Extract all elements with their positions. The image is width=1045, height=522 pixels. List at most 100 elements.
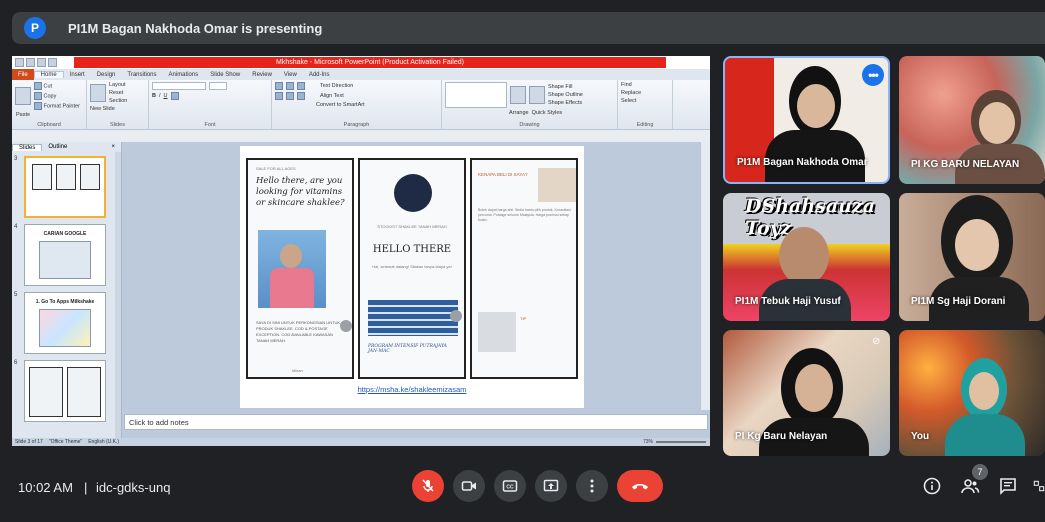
clipboard-label: Clipboard [37,122,61,128]
window-title: Mkhshake - Microsoft PowerPoint (Product… [74,57,666,68]
new-slide-icon[interactable] [90,84,106,102]
tab-outline[interactable]: Outline [42,144,73,150]
tab-review[interactable]: Review [246,72,278,78]
brand-logo [394,174,432,212]
present-button[interactable] [535,470,567,502]
close-pane-icon[interactable]: × [105,144,121,150]
align-text-button[interactable]: Align Text [320,93,344,99]
find-button[interactable]: Find [621,82,669,88]
align-left-icon[interactable] [275,92,283,100]
quick-styles-icon[interactable] [529,86,545,104]
section-button[interactable]: Section [109,98,127,104]
present-screen-icon [543,479,559,492]
more-options-button[interactable] [576,470,608,502]
replace-button[interactable]: Replace [621,90,669,96]
chat-button[interactable] [998,476,1018,496]
tab-insert[interactable]: Insert [64,72,91,78]
font-name-select[interactable] [152,82,206,90]
tab-file[interactable]: File [12,69,34,80]
participant-face [795,364,833,412]
quick-access-toolbar[interactable] [15,58,57,67]
participant-name: PI Kg Baru Nelayan [735,431,828,442]
arrange-icon[interactable] [510,86,526,104]
brochure-panel-1: SALE FOR ALL AGES Hello there, are you l… [246,158,354,379]
slide-thumbnail[interactable]: 5 1. Go To Apps Milkshake [14,292,106,354]
more-options-icon[interactable]: ••• [862,64,884,86]
slides-pane-scrollbar[interactable] [115,152,121,438]
mic-button[interactable] [412,470,444,502]
svg-text:CC: CC [506,485,514,491]
thumbnail-5[interactable]: 1. Go To Apps Milkshake [24,292,106,354]
participant-tile[interactable]: PI KG BARU NELAYAN [899,56,1045,184]
italic-button[interactable]: I [159,93,161,99]
powerpoint-titlebar: Mkhshake - Microsoft PowerPoint (Product… [12,56,710,69]
panel3-title: KENAPA BELI DI SAYA? [478,172,528,177]
slide-thumbnail[interactable]: 4 CARIAN GOOGLE [14,224,106,286]
camera-button[interactable] [453,470,485,502]
theme-name: "Office Theme" [48,439,83,445]
copy-icon [34,92,42,100]
thumbnail-number: 4 [14,224,18,230]
tab-design[interactable]: Design [91,72,122,78]
participant-tile[interactable]: ••• PI1M Bagan Nakhoda Omar [723,56,890,184]
arrange-label: Arrange [509,110,529,116]
shape-outline-button[interactable]: Shape Outline [548,92,583,98]
shapes-gallery[interactable] [445,82,507,108]
end-call-button[interactable] [617,470,663,502]
indent-icon[interactable] [297,82,305,90]
numbering-icon[interactable] [286,82,294,90]
slide-editor: SALE FOR ALL AGES Hello there, are you l… [122,142,710,438]
font-color-icon[interactable] [170,92,179,100]
bold-button[interactable]: B [152,93,156,99]
zoom-slider[interactable] [656,441,706,443]
thumbnail-4[interactable]: CARIAN GOOGLE [24,224,106,286]
shaklee-link[interactable]: https://msha.ke/shakleemizasam [240,385,584,394]
tab-home[interactable]: Home [33,71,64,78]
tab-view[interactable]: View [278,72,303,78]
activities-button[interactable] [1033,476,1045,496]
participant-tile[interactable]: You [899,330,1045,456]
panel1-body-text: SAYA DI SINI UNTUK PERKONGSIAN UNTUK PRO… [256,320,341,343]
participant-tile[interactable]: PI1M Sg Haji Dorani [899,193,1045,321]
font-group: BIU Font [149,80,272,129]
layout-button[interactable]: Layout [109,82,127,88]
tab-slides[interactable]: Slides [12,143,43,151]
participant-tile[interactable]: ⊘ PI Kg Baru Nelayan [723,330,890,456]
underline-button[interactable]: U [164,93,168,99]
shape-effects-button[interactable]: Shape Effects [548,100,583,106]
shape-fill-button[interactable]: Shape Fill [548,84,583,90]
paste-icon[interactable] [15,87,31,105]
notes-pane[interactable]: Click to add notes [124,414,708,430]
slides-group-label: Slides [110,122,125,128]
bullets-icon[interactable] [275,82,283,90]
slide-thumbnail[interactable]: 3 [14,156,106,218]
panel2-hello: HELLO THERE [372,244,452,255]
thumbnail-6[interactable] [24,360,106,422]
reset-button[interactable]: Reset [109,90,127,96]
align-center-icon[interactable] [286,92,294,100]
text-direction-button[interactable]: Text Direction [320,83,353,89]
font-size-select[interactable] [209,82,227,90]
smartart-button[interactable]: Convert to SmartArt [316,102,365,108]
copy-button[interactable]: Copy [34,92,80,100]
captions-button[interactable]: CC [494,470,526,502]
participant-tile[interactable]: DShahsauza Toyz PI1M Tebuk Haji Yusuf [723,193,890,321]
editor-scrollbar[interactable] [700,142,710,410]
info-icon [923,477,941,495]
clipboard-group: Cut Copy Format Painter Paste Clipboard [12,80,87,129]
format-painter-button[interactable]: Format Painter [34,102,80,110]
zoom-control[interactable]: 73% [643,439,706,445]
tab-add-ins[interactable]: Add-Ins [303,72,336,78]
tab-animations[interactable]: Animations [163,72,205,78]
thumbnail-3[interactable] [24,156,106,218]
participant-name: PI1M Bagan Nakhoda Omar [737,157,868,168]
cut-button[interactable]: Cut [34,82,80,90]
align-right-icon[interactable] [297,92,305,100]
current-slide[interactable]: SALE FOR ALL AGES Hello there, are you l… [240,146,584,408]
select-button[interactable]: Select [621,98,669,104]
slide-thumbnail[interactable]: 6 [14,360,106,422]
clock: 10:02 AM [18,480,73,495]
tab-transitions[interactable]: Transitions [121,72,162,78]
meeting-details-button[interactable] [922,476,942,496]
tab-slide-show[interactable]: Slide Show [204,72,246,78]
